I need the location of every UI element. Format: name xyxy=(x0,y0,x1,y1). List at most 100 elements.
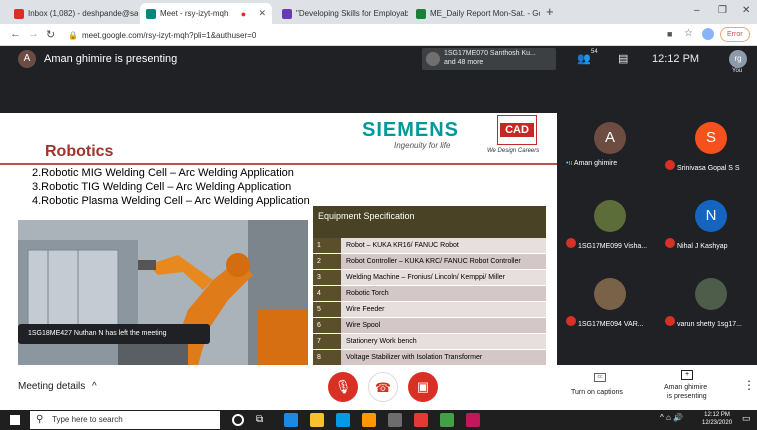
system-clock[interactable]: 12:12 PM 12/23/2020 xyxy=(702,411,732,427)
presenting-label-line-1[interactable]: Aman ghimire xyxy=(664,384,707,391)
tab-document[interactable]: "Developing Skills for Employabi ✕ xyxy=(276,3,408,24)
reload-icon[interactable]: ↻ xyxy=(46,28,55,41)
bullet-item: 3.Robotic TIG Welding Cell – Arc Welding… xyxy=(32,181,292,193)
more-options-icon[interactable]: ⋮ xyxy=(743,378,755,392)
participant-tile[interactable]: •ıı Aman ghimire xyxy=(566,160,617,167)
participant-tile[interactable]: varun shetty 1sg17... xyxy=(665,316,742,328)
people-icon[interactable]: 👥 xyxy=(577,52,591,65)
sheets-icon xyxy=(416,8,426,19)
tab-inbox[interactable]: Inbox (1,082) - deshpande@sapt ✕ xyxy=(8,3,138,24)
back-icon[interactable]: ← xyxy=(10,28,21,40)
participant-avatar xyxy=(594,200,626,232)
presenter-avatar: A xyxy=(18,50,36,68)
system-tray-icons[interactable]: ^ ⌂ 🔊 xyxy=(660,413,683,422)
store-icon[interactable] xyxy=(388,413,402,427)
minimize-icon[interactable]: – xyxy=(694,5,700,16)
maximize-icon[interactable]: ❐ xyxy=(718,5,727,16)
tab-sheets[interactable]: ME_Daily Report Mon-Sat. - Goo ✕ xyxy=(410,3,540,24)
equipment-table: Equipment Specification 1 Robot – KUKA KR… xyxy=(313,206,546,365)
cortana-icon[interactable] xyxy=(232,414,244,426)
captions-label[interactable]: Turn on captions xyxy=(571,389,623,396)
row-number: 1 xyxy=(313,238,341,253)
profile-icon[interactable] xyxy=(702,28,714,40)
meet-control-bar: Meeting details ^ 🎙 ☎ ▣ cc Turn on capti… xyxy=(0,365,757,410)
participant-name: Aman ghimire xyxy=(573,160,618,167)
row-number: 6 xyxy=(313,318,341,333)
task-view-icon[interactable]: ⧉ xyxy=(256,414,263,425)
notifications-icon[interactable]: ▭ xyxy=(742,413,751,424)
taskbar-search[interactable]: ⚲ Type here to search xyxy=(30,411,220,429)
table-row: 2 Robot Controller – KUKA KRC/ FANUC Robo… xyxy=(313,254,546,270)
lock-icon: 🔒 xyxy=(68,30,78,40)
chrome-icon[interactable] xyxy=(414,413,428,427)
cad-logo: CAD xyxy=(500,123,534,137)
mic-off-button[interactable]: 🎙 xyxy=(328,372,358,402)
tab-label: ME_Daily Report Mon-Sat. - Goo xyxy=(430,9,540,18)
end-call-button[interactable]: ☎ xyxy=(368,372,398,402)
camera-off-button[interactable]: ▣ xyxy=(408,372,438,402)
participant-avatar xyxy=(426,52,440,66)
meet-icon xyxy=(146,8,156,19)
tab-meet[interactable]: Meet - rsy-izyt-mqh ● ✕ xyxy=(140,3,272,24)
row-desc: Welding Machine – Fronius/ Lincoln/ Kemp… xyxy=(341,270,546,285)
row-desc: Stationery Work bench xyxy=(341,334,546,349)
row-number: 2 xyxy=(313,254,341,269)
present-icon[interactable]: + xyxy=(681,370,693,380)
star-icon[interactable]: ☆ xyxy=(684,28,693,39)
participant-tile[interactable]: Srinivasa Gopal S S xyxy=(665,160,740,172)
row-number: 4 xyxy=(313,286,341,301)
row-desc: Wire Spool xyxy=(341,318,546,333)
windows-start-icon[interactable] xyxy=(10,415,20,425)
participant-tile[interactable]: Nihal J Kashyap xyxy=(665,238,728,250)
title-divider xyxy=(0,163,557,165)
new-tab-icon[interactable]: + xyxy=(546,4,554,19)
mail-icon[interactable] xyxy=(336,413,350,427)
whatsapp-icon[interactable] xyxy=(440,413,454,427)
app-icon[interactable] xyxy=(466,413,480,427)
table-row: 3 Welding Machine – Fronius/ Lincoln/ Kem… xyxy=(313,270,546,286)
mic-off-icon: 🎙 xyxy=(334,379,352,394)
siemens-tagline: Ingenuity for life xyxy=(394,141,451,150)
meeting-details-button[interactable]: Meeting details ^ xyxy=(18,381,97,392)
slide-title: Robotics xyxy=(45,143,114,160)
close-icon[interactable]: ✕ xyxy=(258,8,266,19)
table-row: 6 Wire Spool xyxy=(313,318,546,334)
recording-dot-icon: ● xyxy=(240,8,247,19)
clock: 12:12 PM xyxy=(652,53,700,65)
participant-name: 1SG17ME094 VAR... xyxy=(577,321,644,328)
row-number: 5 xyxy=(313,302,341,317)
tab-label: "Developing Skills for Employabi xyxy=(296,9,408,18)
cad-tagline: We Design Careers xyxy=(487,148,540,154)
row-desc: Robot Controller – KUKA KRC/ FANUC Robot… xyxy=(341,254,546,269)
mic-off-icon xyxy=(566,316,576,326)
url-field[interactable]: 🔒 meet.google.com/rsy-izyt-mqh?pli=1&aut… xyxy=(68,27,256,43)
participant-name: varun shetty 1sg17... xyxy=(676,321,742,328)
table-row: 1 Robot – KUKA KR16/ FANUC Robot xyxy=(313,238,546,254)
participant-tile[interactable]: 1SG17ME094 VAR... xyxy=(566,316,644,328)
pinned-participant[interactable]: 1SG17ME070 Santhosh Ku... and 48 more xyxy=(422,48,556,70)
notification-toast: 1SG18ME427 Nuthan N has left the meeting xyxy=(18,324,210,344)
error-badge[interactable]: Error xyxy=(720,27,750,42)
row-number: 3 xyxy=(313,270,341,285)
chat-icon[interactable]: ▤ xyxy=(618,52,628,65)
presenting-label-line-2[interactable]: is presenting xyxy=(667,393,707,400)
participant-tile[interactable]: 1SG17ME099 Visha... xyxy=(566,238,647,250)
participant-avatar: A xyxy=(594,122,626,154)
forward-icon[interactable]: → xyxy=(28,28,39,40)
firefox-icon[interactable] xyxy=(362,413,376,427)
camera-icon[interactable]: ■ xyxy=(667,29,672,39)
captions-icon[interactable]: cc xyxy=(594,373,606,382)
edge-icon[interactable] xyxy=(284,413,298,427)
self-label: You xyxy=(732,68,743,74)
window-close-icon[interactable]: ✕ xyxy=(742,5,750,16)
participant-avatar xyxy=(695,278,727,310)
file-explorer-icon[interactable] xyxy=(310,413,324,427)
bullet-item: 4.Robotic Plasma Welding Cell – Arc Weld… xyxy=(32,195,310,207)
audio-level-icon: •ıı xyxy=(566,160,573,167)
table-row: 7 Stationery Work bench xyxy=(313,334,546,350)
row-desc: Voltage Stabilizer with Isolation Transf… xyxy=(341,350,546,365)
presenting-text: Aman ghimire is presenting xyxy=(44,53,178,65)
gmail-icon xyxy=(14,8,24,19)
search-placeholder: Type here to search xyxy=(52,415,123,424)
self-avatar[interactable]: rg xyxy=(729,50,747,68)
